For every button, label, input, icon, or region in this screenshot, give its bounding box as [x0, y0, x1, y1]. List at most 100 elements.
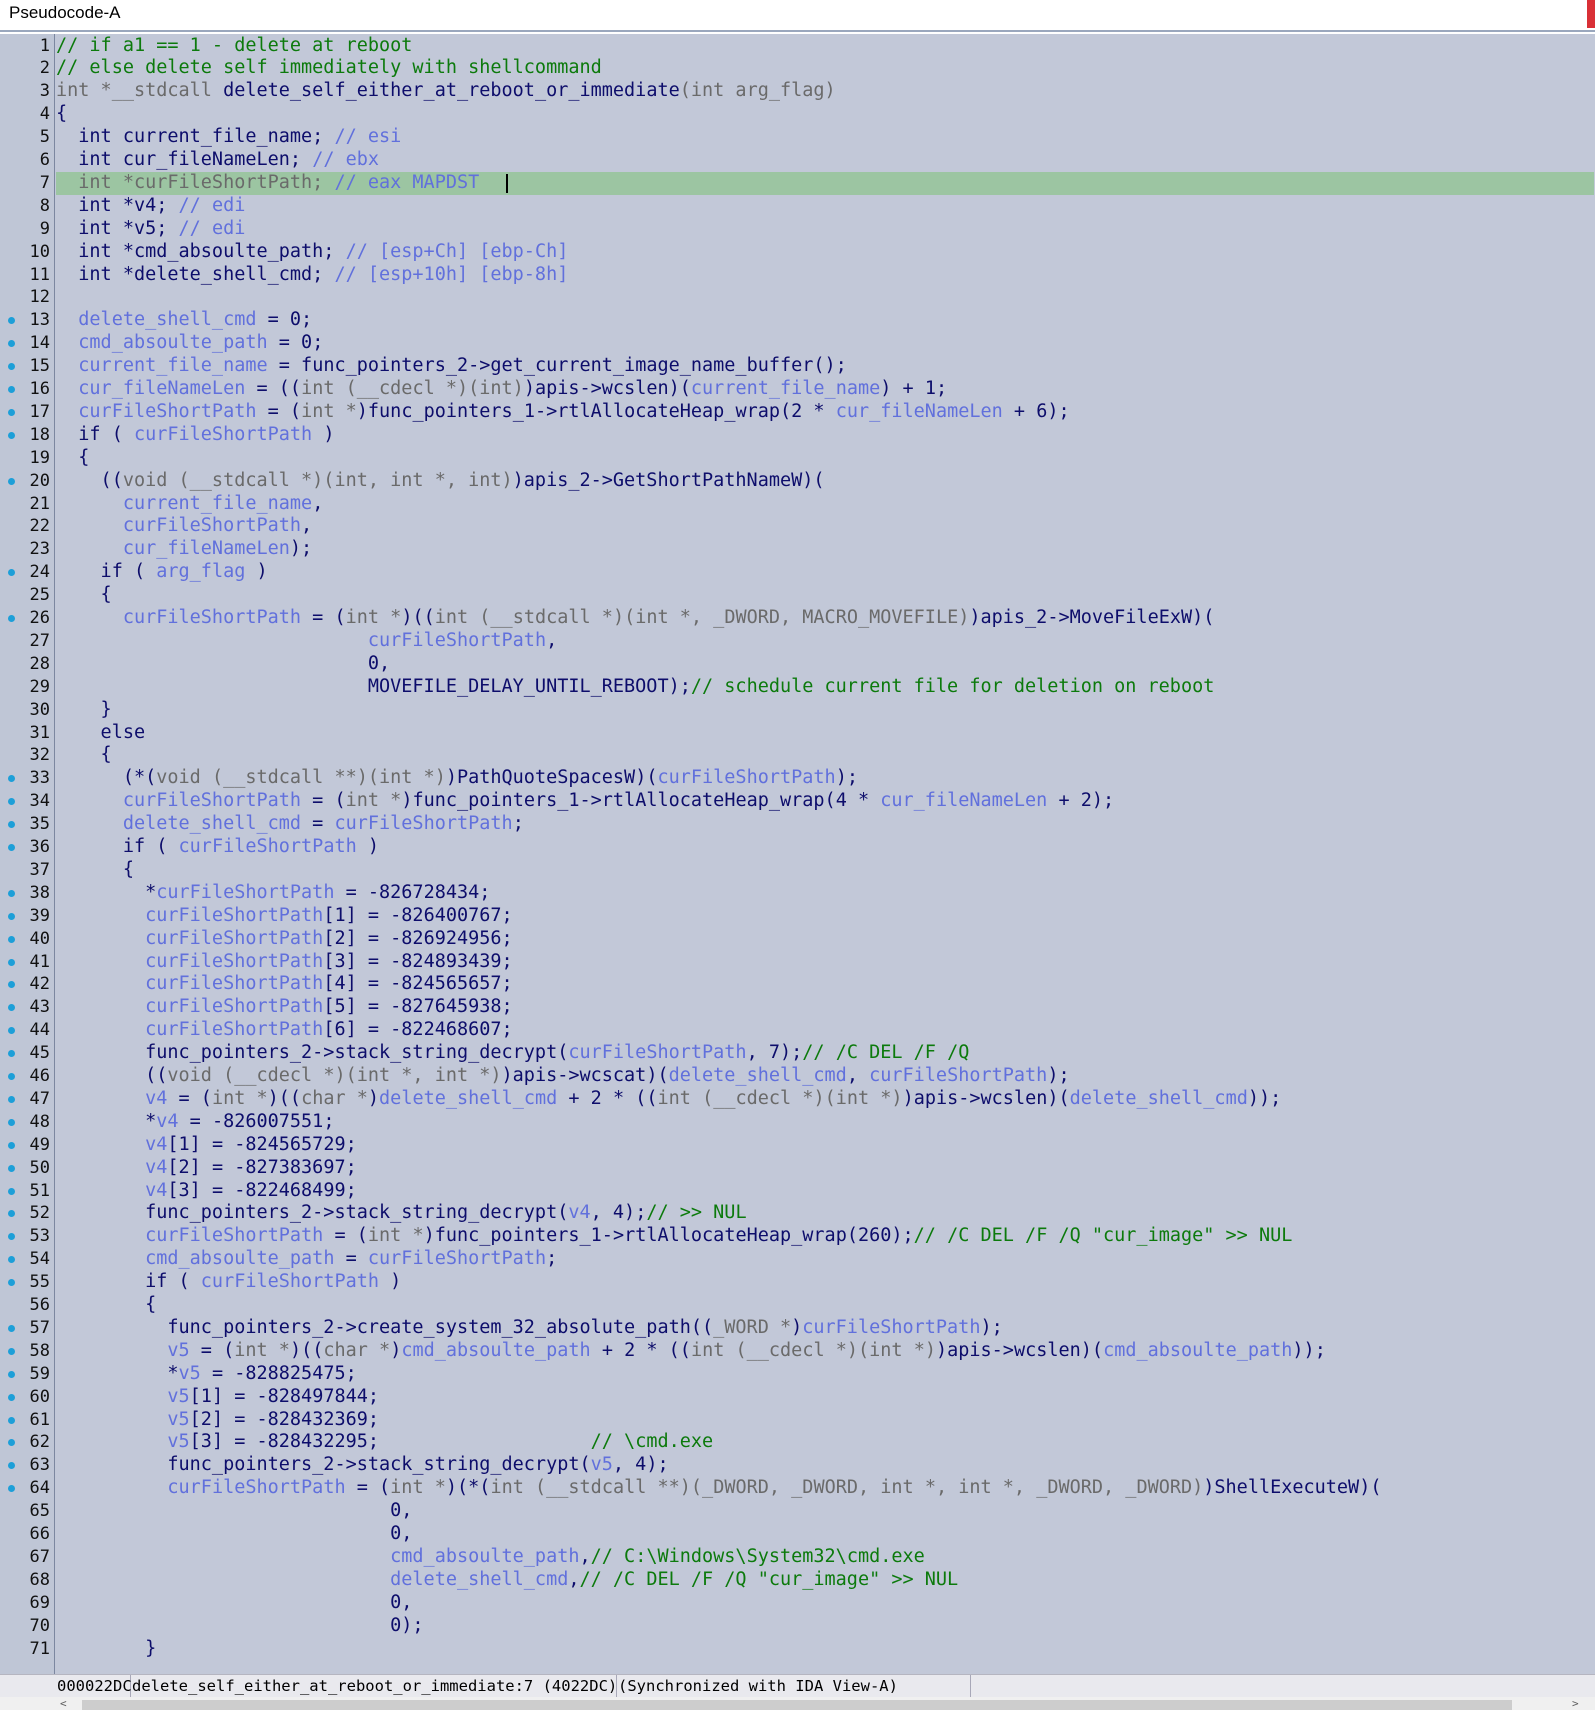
code-line[interactable]: }	[56, 699, 1594, 722]
breakpoint-dot-icon[interactable]	[8, 958, 15, 966]
code-line[interactable]: *v5 = -828825475;	[56, 1363, 1594, 1386]
code-line[interactable]: ((void (__stdcall *)(int, int *, int))ap…	[56, 470, 1594, 493]
code-line[interactable]: 0,	[56, 653, 1594, 676]
code-line[interactable]: int cur_fileNameLen; // ebx	[56, 149, 1594, 172]
code-line[interactable]: curFileShortPath = (int *)func_pointers_…	[56, 1225, 1594, 1248]
code-line[interactable]: delete_shell_cmd = 0;	[56, 309, 1594, 332]
code-line[interactable]: func_pointers_2->stack_string_decrypt(v4…	[56, 1202, 1594, 1225]
code-line[interactable]: delete_shell_cmd,// /C DEL /F /Q "cur_im…	[56, 1569, 1594, 1592]
code-line[interactable]: func_pointers_2->create_system_32_absolu…	[56, 1317, 1594, 1340]
code-line[interactable]: current_file_name,	[56, 493, 1594, 516]
code-line[interactable]: v4 = (int *)((char *)delete_shell_cmd + …	[56, 1088, 1594, 1111]
breakpoint-dot-icon[interactable]	[8, 1164, 15, 1172]
close-strip[interactable]	[1587, 0, 1595, 28]
code-line[interactable]: current_file_name = func_pointers_2->get…	[56, 355, 1594, 378]
code-line[interactable]: cmd_absoulte_path,// C:\Windows\System32…	[56, 1546, 1594, 1569]
code-line[interactable]: v4[2] = -827383697;	[56, 1157, 1594, 1180]
breakpoint-dot-icon[interactable]	[8, 1187, 15, 1195]
breakpoint-dot-icon[interactable]	[8, 1416, 15, 1424]
code-line[interactable]: if ( curFileShortPath )	[56, 1271, 1594, 1294]
code-line[interactable]: int current_file_name; // esi	[56, 126, 1594, 149]
code-line[interactable]: *v4 = -826007551;	[56, 1111, 1594, 1134]
code-line[interactable]: curFileShortPath[2] = -826924956;	[56, 928, 1594, 951]
breakpoint-dot-icon[interactable]	[8, 615, 15, 622]
code-line[interactable]: v5[2] = -828432369;	[56, 1409, 1594, 1432]
breakpoint-dot-icon[interactable]	[8, 844, 15, 851]
code-line[interactable]: v5[3] = -828432295; // \cmd.exe	[56, 1431, 1594, 1454]
code-line[interactable]: if ( curFileShortPath )	[56, 836, 1594, 859]
code-line[interactable]	[56, 286, 1594, 309]
code-line[interactable]: MOVEFILE_DELAY_UNTIL_REBOOT);// schedule…	[56, 676, 1594, 699]
breakpoint-dot-icon[interactable]	[8, 1141, 15, 1149]
code-line[interactable]: curFileShortPath,	[56, 515, 1594, 538]
code-line[interactable]: if ( curFileShortPath )	[56, 424, 1594, 447]
breakpoint-dot-icon[interactable]	[8, 1118, 15, 1126]
code-line[interactable]: func_pointers_2->stack_string_decrypt(v5…	[56, 1454, 1594, 1477]
code-line[interactable]: // if a1 == 1 - delete at reboot	[56, 35, 1594, 58]
code-line[interactable]: {	[56, 744, 1594, 767]
breakpoint-dot-icon[interactable]	[8, 1347, 15, 1355]
breakpoint-dot-icon[interactable]	[8, 912, 15, 920]
code-line[interactable]: v4[3] = -822468499;	[56, 1180, 1594, 1203]
code-line[interactable]: *curFileShortPath = -826728434;	[56, 882, 1594, 905]
code-line[interactable]: int *cmd_absoulte_path; // [esp+Ch] [ebp…	[56, 241, 1594, 264]
breakpoint-dot-icon[interactable]	[8, 889, 15, 897]
code-editor[interactable]: // if a1 == 1 - delete at reboot// else …	[0, 34, 1595, 1674]
scrollbar-thumb[interactable]	[82, 1700, 1512, 1710]
code-line[interactable]: v5[1] = -828497844;	[56, 1386, 1594, 1409]
code-line[interactable]: curFileShortPath[1] = -826400767;	[56, 905, 1594, 928]
code-line[interactable]: cmd_absoulte_path = 0;	[56, 332, 1594, 355]
code-line[interactable]: // else delete self immediately with she…	[56, 57, 1594, 80]
code-line[interactable]: int *v4; // edi	[56, 195, 1594, 218]
horizontal-scrollbar[interactable]: < >	[0, 1697, 1595, 1710]
code-line[interactable]: {	[56, 859, 1594, 882]
scroll-left-arrow[interactable]: <	[60, 1697, 67, 1710]
code-line[interactable]: {	[56, 447, 1594, 470]
code-line[interactable]: cur_fileNameLen = ((int (__cdecl *)(int)…	[56, 378, 1594, 401]
code-line[interactable]: curFileShortPath = (int *)func_pointers_…	[56, 790, 1594, 813]
code-line[interactable]: curFileShortPath = (int *)func_pointers_…	[56, 401, 1594, 424]
code-line[interactable]: 0,	[56, 1500, 1594, 1523]
code-line[interactable]: curFileShortPath = (int *)((int (__stdca…	[56, 607, 1594, 630]
code-line[interactable]: {	[56, 1294, 1594, 1317]
code-line[interactable]: (*(void (__stdcall **)(int *))PathQuoteS…	[56, 767, 1594, 790]
code-line[interactable]: 0);	[56, 1615, 1594, 1638]
scroll-right-arrow[interactable]: >	[1572, 1697, 1579, 1710]
code-line[interactable]: int *v5; // edi	[56, 218, 1594, 241]
breakpoint-dot-icon[interactable]	[8, 935, 15, 943]
code-line[interactable]: 0,	[56, 1592, 1594, 1615]
code-line[interactable]: 0,	[56, 1523, 1594, 1546]
code-line[interactable]: curFileShortPath[6] = -822468607;	[56, 1019, 1594, 1042]
code-line[interactable]: if ( arg_flag )	[56, 561, 1594, 584]
breakpoint-dot-icon[interactable]	[8, 1073, 15, 1080]
code-area[interactable]: // if a1 == 1 - delete at reboot// else …	[56, 34, 1594, 1674]
breakpoint-dot-icon[interactable]	[8, 1324, 15, 1332]
breakpoint-dot-icon[interactable]	[8, 1095, 15, 1103]
code-line[interactable]: v5 = (int *)((char *)cmd_absoulte_path +…	[56, 1340, 1594, 1363]
breakpoint-dot-icon[interactable]	[8, 477, 15, 485]
code-line[interactable]: v4[1] = -824565729;	[56, 1134, 1594, 1157]
code-line[interactable]: cur_fileNameLen);	[56, 538, 1594, 561]
breakpoint-dot-icon[interactable]	[8, 408, 15, 416]
pseudocode-tab[interactable]: Pseudocode-A	[9, 0, 121, 28]
breakpoint-dot-icon[interactable]	[8, 386, 15, 393]
breakpoint-dot-icon[interactable]	[8, 1393, 15, 1401]
code-line[interactable]: {	[56, 103, 1594, 126]
code-line[interactable]: curFileShortPath[5] = -827645938;	[56, 996, 1594, 1019]
breakpoint-dot-icon[interactable]	[8, 431, 15, 439]
code-line[interactable]: cmd_absoulte_path = curFileShortPath;	[56, 1248, 1594, 1271]
code-line[interactable]: {	[56, 584, 1594, 607]
code-line[interactable]: curFileShortPath = (int *)(*(int (__stdc…	[56, 1477, 1594, 1500]
code-line[interactable]: curFileShortPath,	[56, 630, 1594, 653]
code-line[interactable]: ((void (__cdecl *)(int *, int *))apis->w…	[56, 1065, 1594, 1088]
code-line[interactable]: curFileShortPath[4] = -824565657;	[56, 973, 1594, 996]
code-line[interactable]: else	[56, 722, 1594, 745]
code-line[interactable]: int *delete_shell_cmd; // [esp+10h] [ebp…	[56, 264, 1594, 287]
code-line[interactable]: curFileShortPath[3] = -824893439;	[56, 951, 1594, 974]
code-line[interactable]: }	[56, 1638, 1594, 1661]
code-line[interactable]: int *__stdcall delete_self_either_at_reb…	[56, 80, 1594, 103]
breakpoint-dot-icon[interactable]	[8, 1370, 15, 1378]
code-line[interactable]: func_pointers_2->stack_string_decrypt(cu…	[56, 1042, 1594, 1065]
code-line[interactable]: delete_shell_cmd = curFileShortPath;	[56, 813, 1594, 836]
current-code-line[interactable]: int *curFileShortPath; // eax MAPDST	[56, 171, 1594, 195]
